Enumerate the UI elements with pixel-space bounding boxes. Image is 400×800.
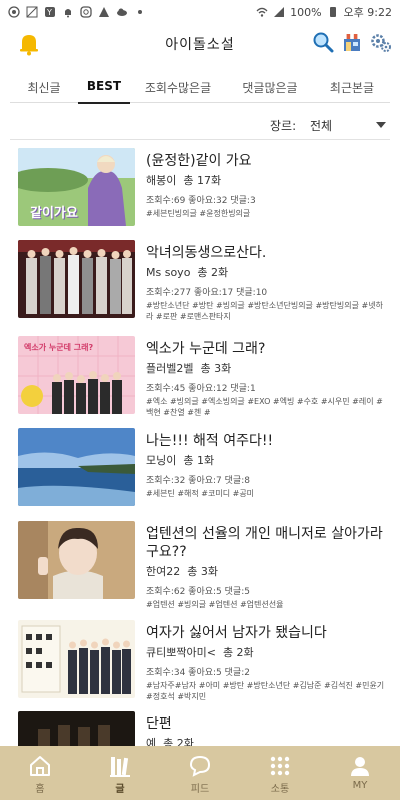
nav-feed[interactable]: 피드: [160, 746, 240, 800]
post-stats: 조회수:32 좋아요:7 댓글:8: [146, 476, 250, 486]
tab-best[interactable]: BEST: [78, 70, 130, 104]
wifi-icon: [256, 7, 268, 17]
nav-home-label: 홈: [35, 784, 45, 795]
bottom-navigation: 홈 글 피드 소통 MY: [0, 746, 400, 800]
warning-icon: [99, 7, 109, 17]
tab-most-comments[interactable]: 댓글많은글: [226, 70, 314, 103]
post-author: Ms soyo: [146, 266, 191, 279]
nav-posts[interactable]: 글: [80, 746, 160, 800]
post-author: 해봉이: [146, 174, 177, 187]
instagram-icon: [80, 6, 92, 18]
post-episodes: 총 2화: [222, 646, 254, 659]
post-stats: 조회수:277 좋아요:17 댓글:10: [146, 288, 268, 298]
post-title[interactable]: 엑소가 누군데 그래?: [146, 340, 390, 358]
post-stats: 조회수:62 좋아요:5 댓글:5: [146, 587, 250, 597]
post-tags: #세븐틴빙의글 #윤정한빙의글: [146, 209, 251, 218]
post-title[interactable]: 업텐션의 선율의 개인 매니저로 살아가라구요??: [146, 525, 390, 561]
post-title[interactable]: 악녀의동생으로산다.: [146, 244, 390, 262]
search-icon[interactable]: [312, 31, 334, 53]
settings-icon[interactable]: [370, 32, 392, 54]
post-title[interactable]: 단편: [146, 715, 390, 733]
chevron-down-icon[interactable]: [376, 122, 386, 128]
nav-my-label: MY: [352, 780, 368, 791]
list-item[interactable]: 엑소가 누군데 그래? 엑소가 누군데 그래? 플러벨2벨 총 3화 조회수:4…: [18, 336, 390, 420]
post-title[interactable]: 여자가 싫어서 남자가 됐습니다: [146, 624, 390, 642]
tab-latest[interactable]: 최신글: [10, 70, 78, 103]
post-thumbnail[interactable]: 엑소가 누군데 그래?: [18, 336, 135, 414]
battery-icon: [329, 7, 336, 17]
post-episodes: 총 2화: [197, 266, 229, 279]
category-tabs: 최신글 BEST 조회수많은글 댓글많은글 최근본글: [10, 70, 390, 104]
signal-icon: [274, 7, 285, 17]
post-episodes: 총 1화: [183, 454, 215, 467]
post-tags: #업텐션 #빙의글 #업텐션 #업텐션선율: [146, 600, 284, 609]
post-thumbnail[interactable]: [18, 620, 135, 698]
genre-filter[interactable]: 장르: 전체: [270, 114, 390, 136]
svg-text:Y: Y: [46, 8, 52, 17]
post-author: 큐티뽀짝아미<: [146, 646, 216, 659]
nav-community[interactable]: 소통: [240, 746, 320, 800]
notification-icon: [8, 6, 20, 18]
app-header: 아이돌소설: [0, 24, 400, 64]
dot-icon: [138, 10, 142, 14]
post-tags: #세븐틴 #해적 #코미디 #공미: [146, 489, 255, 498]
nav-posts-label: 글: [115, 784, 125, 795]
person-icon: [351, 757, 369, 776]
clock: 오후 9:22: [343, 6, 392, 19]
post-author: 모닝이: [146, 454, 177, 467]
nav-community-label: 소통: [270, 784, 290, 795]
list-item[interactable]: 업텐션의 선율의 개인 매니저로 살아가라구요?? 한여22 총 3화 조회수:…: [18, 521, 390, 609]
list-item[interactable]: 같이가요 (윤정한)같이 가요 해봉이 총 17화 조회수:69 좋아요:32 …: [18, 148, 390, 232]
battery-percent: 100%: [290, 5, 322, 19]
thumbnail-title: 엑소가 누군데 그래?: [24, 343, 94, 352]
tab-recently-viewed[interactable]: 최근본글: [314, 70, 390, 103]
post-thumbnail[interactable]: [18, 428, 135, 506]
post-thumbnail[interactable]: 같이가요: [18, 148, 135, 226]
post-episodes: 총 17화: [183, 174, 222, 187]
list-item[interactable]: 나는!!! 해적 여주다!! 모닝이 총 1화 조회수:32 좋아요:7 댓글:…: [18, 428, 390, 512]
post-title[interactable]: 나는!!! 해적 여주다!!: [146, 432, 390, 450]
post-thumbnail[interactable]: [18, 240, 135, 318]
post-tags: #남자주#남자 #아미 #방탄 #방탄소년단 #김남준 #김석진 #민윤기 #정…: [146, 681, 385, 701]
post-thumbnail[interactable]: [18, 521, 135, 599]
thumbnail-title: 같이가요: [30, 206, 78, 221]
status-bar: Y 100% 오후 9:22: [0, 0, 400, 24]
post-stats: 조회수:45 좋아요:12 댓글:1: [146, 384, 256, 394]
post-episodes: 총 3화: [187, 565, 218, 578]
nav-feed-label: 피드: [190, 784, 210, 795]
app-icon: Y: [45, 7, 55, 17]
books-icon: [110, 757, 130, 777]
post-stats: 조회수:69 좋아요:32 댓글:3: [146, 196, 256, 206]
cloud-icon: [117, 8, 127, 16]
genre-label: 장르:: [270, 118, 297, 133]
post-episodes: 총 3화: [200, 362, 232, 375]
list-item[interactable]: 악녀의동생으로산다. Ms soyo 총 2화 조회수:277 좋아요:17 댓…: [18, 240, 390, 324]
genre-value[interactable]: 전체: [310, 117, 370, 134]
shop-icon[interactable]: [341, 31, 363, 53]
bell-small-icon: [65, 9, 71, 18]
post-author: 한여22: [146, 565, 181, 578]
list-item[interactable]: 여자가 싫어서 남자가 됐습니다 큐티뽀짝아미< 총 2화 조회수:34 좋아요…: [18, 620, 390, 704]
home-icon: [30, 756, 50, 776]
grid-icon: [270, 756, 290, 776]
post-author: 플러벨2벨: [146, 362, 194, 375]
divider: [10, 139, 390, 140]
post-stats: 조회수:34 좋아요:5 댓글:2: [146, 668, 250, 678]
nav-my[interactable]: MY: [320, 746, 400, 800]
app-title: 아이돌소설: [165, 37, 235, 53]
post-title[interactable]: (윤정한)같이 가요: [146, 152, 390, 170]
image-icon: [26, 6, 38, 18]
post-tags: #방탄소년단 #방탄 #빙의글 #방탄소년단빙의글 #방탄빙의글 #넷하라 #로…: [146, 301, 383, 321]
post-tags: #엑소 #빙의글 #엑소빙의글 #EXO #엑빙 #수호 #시우민 #레이 #백…: [146, 397, 383, 417]
nav-home[interactable]: 홈: [0, 746, 80, 800]
chat-icon: [189, 755, 211, 777]
tab-most-viewed[interactable]: 조회수많은글: [130, 70, 226, 103]
